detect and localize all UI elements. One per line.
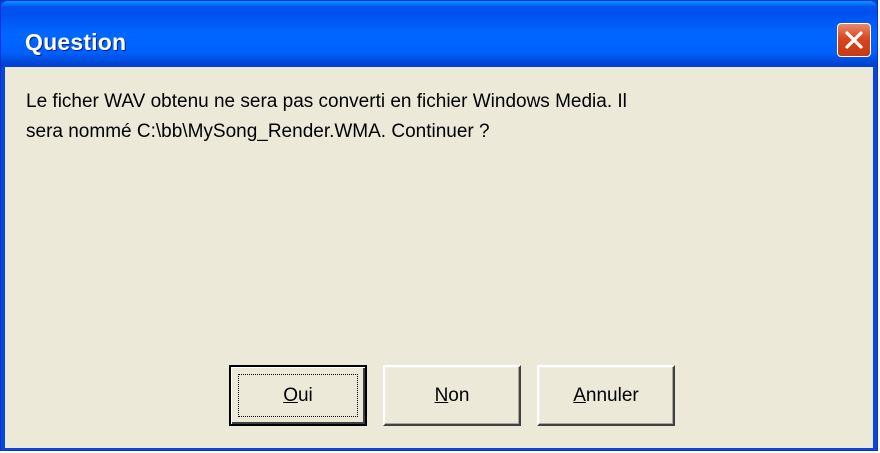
oui-mnemonic: O bbox=[283, 385, 298, 406]
dialog-window: Question Le ficher WAV obtenu ne sera pa… bbox=[0, 0, 878, 451]
non-mnemonic: N bbox=[434, 385, 449, 406]
window-title: Question bbox=[25, 29, 127, 55]
annuler-mnemonic: A bbox=[573, 385, 586, 406]
dialog-message: Le ficher WAV obtenu ne sera pas convert… bbox=[26, 87, 866, 147]
non-button[interactable]: Non bbox=[383, 365, 521, 426]
non-label-rest: on bbox=[448, 385, 470, 406]
annuler-button-label: Annuler bbox=[539, 385, 673, 407]
annuler-button[interactable]: Annuler bbox=[537, 365, 675, 426]
oui-label-rest: ui bbox=[297, 385, 313, 406]
oui-button-label: Oui bbox=[231, 385, 365, 407]
annuler-label-rest: nnuler bbox=[585, 385, 639, 406]
oui-button[interactable]: Oui bbox=[229, 365, 367, 426]
dialog-body: Le ficher WAV obtenu ne sera pas convert… bbox=[5, 67, 873, 448]
close-icon bbox=[845, 31, 863, 49]
non-button-label: Non bbox=[385, 385, 519, 407]
close-button[interactable] bbox=[837, 23, 871, 57]
title-bar[interactable]: Question bbox=[1, 1, 877, 67]
message-line-1: Le ficher WAV obtenu ne sera pas convert… bbox=[26, 91, 627, 112]
message-line-2: sera nommé C:\bb\MySong_Render.WMA. Cont… bbox=[26, 121, 490, 142]
